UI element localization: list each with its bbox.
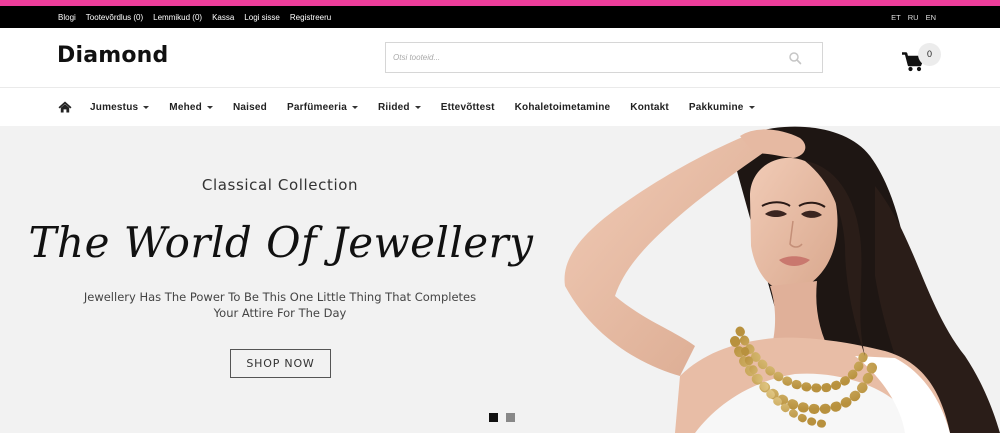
slide-dot-1[interactable] bbox=[489, 413, 498, 422]
chevron-down-icon bbox=[351, 105, 358, 109]
top-link-checkout[interactable]: Kassa bbox=[212, 13, 234, 22]
search-box bbox=[385, 42, 823, 73]
nav-item-kontakt[interactable]: Kontakt bbox=[630, 102, 669, 113]
lang-et[interactable]: ET bbox=[891, 13, 901, 22]
hero-banner: Classical Collection The World Of Jewell… bbox=[0, 126, 1000, 433]
top-links: Blogi Tootevõrdlus (0) Lemmikud (0) Kass… bbox=[58, 6, 331, 28]
hero-description-line: Jewellery Has The Power To Be This One L… bbox=[83, 290, 477, 304]
hero-description: Jewellery Has The Power To Be This One L… bbox=[80, 289, 480, 321]
slide-dot-2[interactable] bbox=[506, 413, 515, 422]
lang-ru[interactable]: RU bbox=[908, 13, 919, 22]
cart-button[interactable]: 0 bbox=[900, 43, 941, 75]
chevron-down-icon bbox=[143, 105, 150, 109]
search-input[interactable] bbox=[386, 43, 786, 72]
nav-item-parfumeeria[interactable]: Parfümeeria bbox=[287, 102, 358, 113]
chevron-down-icon bbox=[414, 105, 421, 109]
hero-model-image bbox=[564, 126, 1000, 433]
top-link-compare[interactable]: Tootevõrdlus (0) bbox=[86, 13, 143, 22]
home-icon[interactable] bbox=[58, 101, 72, 113]
language-switcher: ET RU EN bbox=[891, 6, 936, 28]
top-link-wishlist[interactable]: Lemmikud (0) bbox=[153, 13, 202, 22]
header: Diamond 0 bbox=[0, 28, 1000, 88]
lang-en[interactable]: EN bbox=[926, 13, 936, 22]
hero-description-line: Your Attire For The Day bbox=[213, 306, 347, 320]
top-link-register[interactable]: Registreeru bbox=[290, 13, 331, 22]
top-link-blog[interactable]: Blogi bbox=[58, 13, 76, 22]
cart-count-badge: 0 bbox=[918, 43, 941, 66]
chevron-down-icon bbox=[206, 105, 213, 109]
logo[interactable]: Diamond bbox=[57, 43, 169, 68]
top-link-login[interactable]: Logi sisse bbox=[244, 13, 280, 22]
search-icon[interactable] bbox=[788, 51, 802, 65]
nav-item-jumestus[interactable]: Jumestus bbox=[90, 102, 150, 113]
nav-item-mehed[interactable]: Mehed bbox=[169, 102, 213, 113]
nav-item-kohaletoimetamine[interactable]: Kohaletoimetamine bbox=[515, 102, 611, 113]
chevron-down-icon bbox=[748, 105, 755, 109]
nav-item-naised[interactable]: Naised bbox=[233, 102, 267, 113]
shop-now-button[interactable]: SHOP NOW bbox=[230, 349, 331, 378]
nav-item-riided[interactable]: Riided bbox=[378, 102, 421, 113]
hero-headline: The World Of Jewellery bbox=[28, 218, 534, 267]
main-nav: Jumestus Mehed Naised Parfümeeria Riided… bbox=[0, 88, 1000, 126]
top-bar: Blogi Tootevõrdlus (0) Lemmikud (0) Kass… bbox=[0, 6, 1000, 28]
nav-item-pakkumine[interactable]: Pakkumine bbox=[689, 102, 755, 113]
hero-subtitle: Classical Collection bbox=[201, 176, 359, 194]
slider-dots bbox=[489, 413, 515, 422]
nav-item-ettevottest[interactable]: Ettevõttest bbox=[441, 102, 495, 113]
